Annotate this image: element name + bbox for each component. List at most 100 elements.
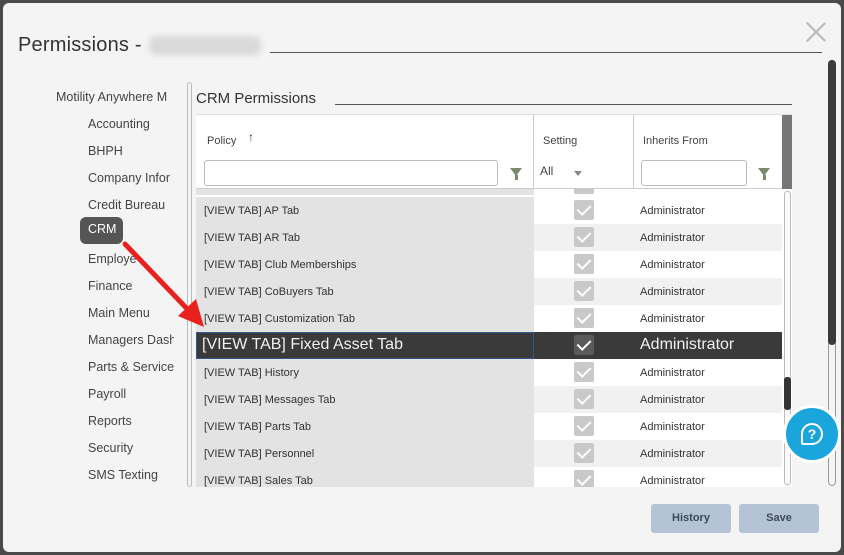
policy-name: [VIEW TAB] Messages Tab bbox=[204, 394, 336, 406]
inherits-cell: Administrator bbox=[634, 440, 782, 467]
sidebar-item[interactable]: CRM bbox=[80, 217, 123, 244]
policy-cell: [VIEW TAB] Parts Tab bbox=[196, 413, 534, 440]
sidebar-item[interactable]: Finance bbox=[88, 279, 174, 293]
setting-checkbox[interactable] bbox=[574, 335, 594, 355]
column-header-policy[interactable]: Policy ↑ bbox=[196, 115, 534, 189]
policy-cell: [VIEW TAB] History bbox=[196, 359, 534, 386]
setting-checkbox[interactable] bbox=[574, 416, 594, 436]
inherits-cell: Administrator bbox=[634, 467, 782, 487]
setting-cell bbox=[534, 440, 634, 467]
inherits-cell: Administrator bbox=[634, 413, 782, 440]
sidebar-item[interactable]: Managers Dash bbox=[88, 333, 174, 347]
policy-name: [VIEW TAB] Personnel bbox=[204, 448, 315, 460]
inherits-cell: Administrator bbox=[634, 332, 782, 359]
setting-checkbox[interactable] bbox=[574, 470, 594, 487]
inherits-from-value: Administrator bbox=[640, 448, 705, 460]
sidebar-item[interactable]: Security bbox=[88, 441, 174, 455]
setting-cell bbox=[534, 332, 634, 359]
setting-cell bbox=[534, 224, 634, 251]
table-row[interactable]: [VIEW TAB] AR Tab Administrator bbox=[196, 224, 782, 251]
inherits-cell: Administrator bbox=[634, 278, 782, 305]
sidebar-item[interactable]: Accounting bbox=[88, 117, 174, 131]
setting-checkbox[interactable] bbox=[574, 362, 594, 382]
inherits-filter-input[interactable] bbox=[641, 160, 747, 186]
inherits-from-value: Administrator bbox=[640, 475, 705, 487]
header-scrollbar-cap bbox=[782, 115, 792, 189]
sidebar-item[interactable]: Credit Bureau bbox=[88, 198, 174, 212]
dialog-scrollbar-thumb[interactable] bbox=[828, 60, 836, 345]
policy-cell: [VIEW TAB] AR Tab bbox=[196, 224, 534, 251]
setting-checkbox[interactable] bbox=[574, 389, 594, 409]
chevron-down-icon[interactable] bbox=[574, 171, 582, 176]
table-row[interactable]: [VIEW TAB] Parts Tab Administrator bbox=[196, 413, 782, 440]
table-row[interactable]: [VIEW TAB] Personnel Administrator bbox=[196, 440, 782, 467]
setting-cell bbox=[534, 251, 634, 278]
policy-name: [VIEW TAB] Customization Tab bbox=[204, 313, 356, 325]
setting-cell bbox=[534, 278, 634, 305]
permissions-dialog: Permissions - Motility Anywhere M Account… bbox=[3, 3, 841, 552]
sidebar-item[interactable]: Employe bbox=[88, 252, 174, 266]
inherits-from-value: Administrator bbox=[640, 394, 705, 406]
policy-name: [VIEW TAB] History bbox=[204, 367, 299, 379]
inherits-cell: Administrator bbox=[634, 224, 782, 251]
inherits-from-value: Administrator bbox=[640, 232, 705, 244]
sidebar-item[interactable]: Motility Anywhere M bbox=[56, 90, 174, 104]
help-button[interactable]: ? bbox=[783, 405, 841, 463]
column-header-setting[interactable]: Setting All bbox=[534, 115, 634, 189]
policy-name: [VIEW TAB] AR Tab bbox=[204, 232, 300, 244]
sidebar-item[interactable]: SMS Texting bbox=[88, 468, 174, 482]
column-label-setting: Setting bbox=[543, 135, 578, 147]
policy-cell: [VIEW TAB] Personnel bbox=[196, 440, 534, 467]
setting-cell bbox=[534, 467, 634, 487]
setting-checkbox[interactable] bbox=[574, 200, 594, 220]
sidebar-item[interactable]: Parts & Service bbox=[88, 360, 174, 374]
title-divider bbox=[270, 52, 822, 53]
policy-name: [VIEW TAB] Club Memberships bbox=[204, 259, 357, 271]
table-row[interactable]: [VIEW TAB] History Administrator bbox=[196, 359, 782, 386]
obscured-role-name bbox=[149, 36, 261, 55]
filter-icon[interactable] bbox=[510, 168, 522, 180]
policy-cell: [VIEW TAB] Sales Tab bbox=[196, 467, 534, 487]
save-button[interactable]: Save bbox=[739, 504, 819, 533]
filter-icon[interactable] bbox=[758, 168, 770, 180]
sidebar-item[interactable]: Main Menu bbox=[88, 306, 174, 320]
setting-checkbox[interactable] bbox=[574, 443, 594, 463]
setting-cell bbox=[534, 197, 634, 224]
inherits-from-value: Administrator bbox=[640, 259, 705, 271]
inherits-cell: Administrator bbox=[634, 251, 782, 278]
setting-filter-select[interactable]: All bbox=[540, 164, 553, 178]
policy-filter-input[interactable] bbox=[204, 160, 498, 186]
permissions-grid: Policy ↑ Setting All Inherits From [VIEW… bbox=[196, 114, 792, 487]
sidebar-item[interactable]: Company Infor bbox=[88, 171, 174, 185]
table-row[interactable]: [VIEW TAB] Sales Tab Administrator bbox=[196, 467, 782, 487]
partial-row bbox=[196, 189, 782, 195]
section-divider bbox=[335, 104, 792, 105]
table-row[interactable]: [VIEW TAB] Customization Tab Administrato… bbox=[196, 305, 782, 332]
close-icon[interactable] bbox=[805, 21, 827, 43]
inherits-from-value: Administrator bbox=[640, 205, 705, 217]
inherits-from-value: Administrator bbox=[640, 286, 705, 298]
sidebar-item[interactable]: Payroll bbox=[88, 387, 174, 401]
table-row[interactable]: [VIEW TAB] Messages Tab Administrator bbox=[196, 386, 782, 413]
sidebar-scrollbar[interactable] bbox=[187, 82, 192, 487]
table-row[interactable]: [VIEW TAB] Fixed Asset Tab Administrator bbox=[196, 332, 782, 359]
policy-name: [VIEW TAB] AP Tab bbox=[204, 205, 300, 217]
sidebar-item[interactable]: Reports bbox=[88, 414, 174, 428]
setting-checkbox[interactable] bbox=[574, 227, 594, 247]
history-button[interactable]: History bbox=[651, 504, 731, 533]
setting-checkbox[interactable] bbox=[574, 254, 594, 274]
policy-cell: [VIEW TAB] AP Tab bbox=[196, 197, 534, 224]
column-header-inherits[interactable]: Inherits From bbox=[634, 115, 782, 189]
inherits-cell: Administrator bbox=[634, 386, 782, 413]
setting-cell bbox=[534, 305, 634, 332]
table-row[interactable]: [VIEW TAB] AP Tab Administrator bbox=[196, 197, 782, 224]
sort-ascending-icon[interactable]: ↑ bbox=[248, 130, 254, 144]
grid-scrollbar-thumb[interactable] bbox=[784, 377, 791, 410]
policy-cell: [VIEW TAB] Club Memberships bbox=[196, 251, 534, 278]
table-row[interactable]: [VIEW TAB] CoBuyers Tab Administrator bbox=[196, 278, 782, 305]
setting-checkbox[interactable] bbox=[574, 281, 594, 301]
sidebar-item[interactable]: BHPH bbox=[88, 144, 174, 158]
column-label-inherits: Inherits From bbox=[643, 135, 708, 147]
table-row[interactable]: [VIEW TAB] Club Memberships Administrator bbox=[196, 251, 782, 278]
setting-checkbox[interactable] bbox=[574, 308, 594, 328]
